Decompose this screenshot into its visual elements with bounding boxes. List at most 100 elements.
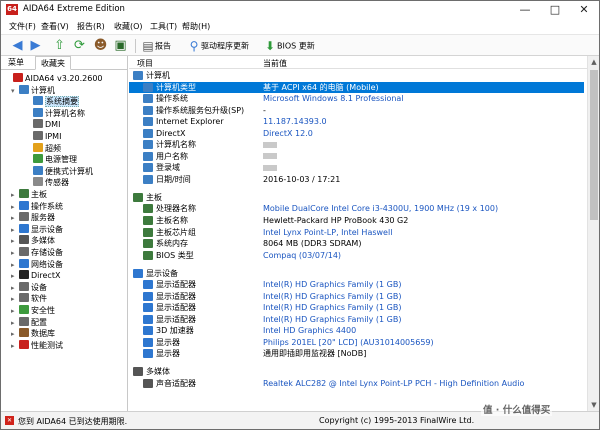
back-arrow-icon[interactable]: ◀ bbox=[9, 38, 26, 54]
row-value[interactable]: Intel HD Graphics 4400 bbox=[263, 325, 356, 336]
section-header[interactable]: 显示设备 bbox=[129, 268, 584, 279]
column-item[interactable]: 项目 bbox=[137, 58, 153, 69]
scroll-down-icon[interactable]: ▼ bbox=[588, 399, 600, 411]
expand-toggle-icon[interactable]: ▸ bbox=[11, 283, 19, 294]
tree-item[interactable]: 超频 bbox=[25, 142, 61, 154]
detail-row[interactable]: 日期/时间 2016-10-03 / 17:21 bbox=[129, 174, 584, 185]
expand-toggle-icon[interactable]: ▸ bbox=[11, 329, 19, 340]
expand-toggle-icon[interactable]: ▸ bbox=[11, 202, 19, 213]
maximize-button[interactable]: □ bbox=[540, 1, 570, 19]
vertical-scrollbar[interactable]: ▲ ▼ bbox=[587, 56, 599, 411]
expand-toggle-icon[interactable]: ▾ bbox=[11, 86, 19, 97]
tree-item[interactable]: AIDA64 v3.20.2600 bbox=[5, 73, 103, 84]
tree-item[interactable]: ▸ 安全性 bbox=[11, 305, 55, 316]
detail-row[interactable]: 显示器 Philips 201EL [20" LCD] (AU3101400565… bbox=[129, 337, 584, 348]
detail-row[interactable]: 显示器 通用即插即用监视器 [NoDB] bbox=[129, 348, 584, 359]
tree-item[interactable]: ▸ 配置 bbox=[11, 316, 47, 329]
expand-toggle-icon[interactable]: ▸ bbox=[11, 271, 19, 282]
tree-item[interactable]: ▸ 操作系统 bbox=[11, 200, 63, 213]
detail-row[interactable]: BIOS 类型 Compaq (03/07/14) bbox=[129, 250, 584, 261]
row-value[interactable]: Compaq (03/07/14) bbox=[263, 250, 341, 261]
tree-item[interactable]: IPMI bbox=[25, 131, 61, 142]
row-value[interactable]: Intel(R) HD Graphics Family (1 GB) bbox=[263, 291, 402, 302]
row-value[interactable]: Intel Lynx Point-LP, Intel Haswell bbox=[263, 227, 392, 238]
detail-row[interactable]: 声音适配器 Realtek ALC282 @ Intel Lynx Point-L… bbox=[129, 378, 584, 389]
report-button[interactable]: ▤报告 bbox=[141, 38, 171, 54]
detail-row[interactable]: 用户名称 bbox=[129, 151, 584, 162]
detail-row[interactable]: 计算机类型 基于 ACPI x64 的电脑 (Mobile) bbox=[129, 81, 584, 93]
column-value[interactable]: 当前值 bbox=[263, 58, 287, 69]
expand-toggle-icon[interactable]: ▸ bbox=[11, 260, 19, 271]
detail-row[interactable]: 主板芯片组 Intel Lynx Point-LP, Intel Haswell bbox=[129, 227, 584, 238]
tree-item[interactable]: ▸ 服务器 bbox=[11, 212, 55, 223]
row-value[interactable]: Intel(R) HD Graphics Family (1 GB) bbox=[263, 279, 402, 290]
tree-item[interactable]: ▸ 多媒体 bbox=[11, 235, 55, 246]
row-value[interactable]: Intel(R) HD Graphics Family (1 GB) bbox=[263, 314, 402, 325]
tree-item[interactable]: ▾ 计算机 bbox=[11, 84, 55, 97]
detail-row[interactable]: 操作系统服务包升级(SP) - bbox=[129, 105, 584, 116]
expand-toggle-icon[interactable]: ▸ bbox=[11, 294, 19, 305]
tree-item[interactable]: DMI bbox=[25, 119, 60, 130]
tree-item[interactable]: ▸ 数据库 bbox=[11, 328, 55, 339]
detail-row[interactable]: 处理器名称 Mobile DualCore Intel Core i3-4300U… bbox=[129, 203, 584, 214]
detail-row[interactable]: 主板名称 Hewlett-Packard HP ProBook 430 G2 bbox=[129, 215, 584, 226]
expand-toggle-icon[interactable]: ▸ bbox=[11, 225, 19, 236]
section-header[interactable]: 多媒体 bbox=[129, 366, 584, 377]
expand-toggle-icon[interactable]: ▸ bbox=[11, 306, 19, 317]
refresh-icon[interactable]: ⟳ bbox=[71, 38, 88, 54]
menu-view[interactable]: 查看(V) bbox=[41, 21, 69, 32]
menu-tools[interactable]: 工具(T) bbox=[150, 21, 177, 32]
forward-arrow-icon[interactable]: ▶ bbox=[27, 38, 44, 54]
bios-update-button[interactable]: ⬇ BIOS 更新 bbox=[263, 38, 315, 54]
tree-item[interactable]: ▸ 网络设备 bbox=[11, 258, 63, 271]
tree-item[interactable]: ▸ 显示设备 bbox=[11, 223, 63, 236]
scrollbar-thumb[interactable] bbox=[590, 70, 598, 220]
tab-menu[interactable]: 菜单 bbox=[3, 56, 29, 70]
tree-item[interactable]: 电源管理 bbox=[25, 154, 77, 165]
minimize-button[interactable]: — bbox=[510, 1, 540, 19]
tree-item[interactable]: ▸ 软件 bbox=[11, 293, 47, 304]
row-value[interactable]: Realtek ALC282 @ Intel Lynx Point-LP PCH… bbox=[263, 378, 524, 389]
detail-row[interactable]: Internet Explorer 11.187.14393.0 bbox=[129, 116, 584, 127]
close-button[interactable]: ✕ bbox=[569, 1, 599, 19]
section-header[interactable]: 主板 bbox=[129, 192, 584, 203]
tree-item[interactable]: ▸ DirectX bbox=[11, 270, 60, 281]
detail-row[interactable]: 显示适配器 Intel(R) HD Graphics Family (1 GB) bbox=[129, 314, 584, 325]
row-value[interactable]: DirectX 12.0 bbox=[263, 128, 313, 139]
tab-favorites[interactable]: 收藏夹 bbox=[35, 56, 71, 70]
menu-favorites[interactable]: 收藏(O) bbox=[114, 21, 143, 32]
expand-toggle-icon[interactable]: ▸ bbox=[11, 318, 19, 329]
detail-row[interactable]: 显示适配器 Intel(R) HD Graphics Family (1 GB) bbox=[129, 279, 584, 290]
detail-row[interactable]: DirectX DirectX 12.0 bbox=[129, 128, 584, 139]
detail-row[interactable]: 显示适配器 Intel(R) HD Graphics Family (1 GB) bbox=[129, 302, 584, 313]
driver-update-button[interactable]: ⚲ 驱动程序更新 bbox=[187, 38, 249, 54]
expand-toggle-icon[interactable]: ▸ bbox=[11, 248, 19, 259]
row-value[interactable]: Microsoft Windows 8.1 Professional bbox=[263, 93, 404, 104]
up-arrow-icon[interactable]: ⇧ bbox=[51, 38, 68, 54]
tree-item[interactable]: ▸ 设备 bbox=[11, 281, 47, 294]
row-value[interactable]: Mobile DualCore Intel Core i3-4300U, 190… bbox=[263, 203, 498, 214]
detail-row[interactable]: 登录域 bbox=[129, 162, 584, 173]
expand-toggle-icon[interactable]: ▸ bbox=[11, 213, 19, 224]
detail-row[interactable]: 系统内存 8064 MB (DDR3 SDRAM) bbox=[129, 238, 584, 249]
detail-row[interactable]: 操作系统 Microsoft Windows 8.1 Professional bbox=[129, 93, 584, 104]
tree-item[interactable]: 系统摘要 bbox=[25, 96, 79, 108]
user-icon[interactable]: ☻ bbox=[92, 38, 109, 54]
expand-toggle-icon[interactable]: ▸ bbox=[11, 341, 19, 352]
menu-help[interactable]: 帮助(H) bbox=[182, 21, 210, 32]
menu-report[interactable]: 报告(R) bbox=[77, 21, 105, 32]
expand-toggle-icon[interactable]: ▸ bbox=[11, 190, 19, 201]
detail-row[interactable]: 显示适配器 Intel(R) HD Graphics Family (1 GB) bbox=[129, 291, 584, 302]
tree-item[interactable]: ▸ 存储设备 bbox=[11, 247, 63, 258]
row-value[interactable]: 11.187.14393.0 bbox=[263, 116, 327, 127]
tree-item[interactable]: 传感器 bbox=[25, 177, 69, 188]
detail-row[interactable]: 计算机名称 bbox=[129, 139, 584, 150]
tree-item[interactable]: 便携式计算机 bbox=[25, 165, 93, 177]
tree-item[interactable]: 计算机名称 bbox=[25, 107, 85, 119]
scroll-up-icon[interactable]: ▲ bbox=[588, 56, 600, 68]
section-header[interactable]: 计算机 bbox=[129, 70, 584, 81]
detail-row[interactable]: 3D 加速器 Intel HD Graphics 4400 bbox=[129, 325, 584, 336]
menu-file[interactable]: 文件(F) bbox=[9, 21, 36, 32]
tree-item[interactable]: ▸ 性能测试 bbox=[11, 339, 63, 352]
row-value[interactable]: Philips 201EL [20" LCD] (AU31014005659) bbox=[263, 337, 434, 348]
